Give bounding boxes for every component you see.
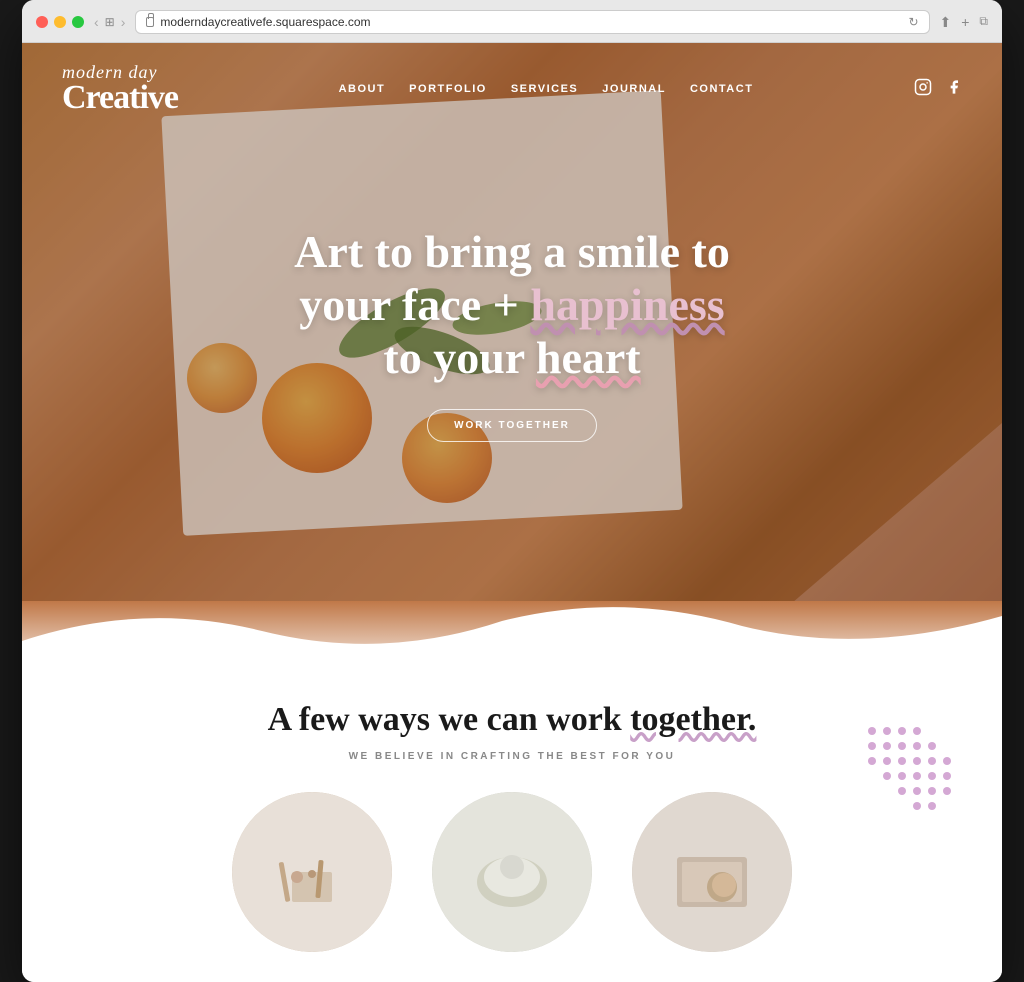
instagram-icon[interactable] xyxy=(914,78,932,101)
logo-bold: Creative xyxy=(62,81,178,115)
nav-contact[interactable]: Contact xyxy=(690,83,753,95)
browser-chrome: ‹ ⊞ › moderndaycreativefe.squarespace.co… xyxy=(22,0,1002,43)
sidebar-icon[interactable]: ⊞ xyxy=(105,15,115,29)
nav-journal[interactable]: Journal xyxy=(602,83,666,95)
browser-actions: ⬆ + ⧉ xyxy=(940,14,989,31)
navigation: modern day Creative About Portfolio Serv… xyxy=(22,43,1002,135)
circles-row xyxy=(62,792,962,952)
dots-decoration xyxy=(862,721,942,801)
nav-links: About Portfolio Services Journal Contact xyxy=(339,83,754,95)
url-display: moderndaycreativefe.squarespace.com xyxy=(160,15,370,29)
browser-controls: ‹ ⊞ › xyxy=(94,14,125,30)
social-links xyxy=(914,78,962,101)
hero-heading-line2: your face + happiness xyxy=(299,279,724,330)
facebook-icon[interactable] xyxy=(946,78,962,101)
service-circle-1 xyxy=(232,792,392,952)
traffic-lights xyxy=(36,16,84,28)
browser-window: ‹ ⊞ › moderndaycreativefe.squarespace.co… xyxy=(22,0,1002,982)
new-tab-icon[interactable]: + xyxy=(961,14,969,31)
tabs-icon[interactable]: ⧉ xyxy=(979,14,988,31)
minimize-button[interactable] xyxy=(54,16,66,28)
maximize-button[interactable] xyxy=(72,16,84,28)
section-subheading: We believe in crafting the best for you xyxy=(62,751,962,762)
section-heading-text: A few ways we can work together. xyxy=(268,701,757,738)
close-button[interactable] xyxy=(36,16,48,28)
lock-icon xyxy=(146,17,154,27)
white-section: A few ways we can work together. We beli… xyxy=(22,681,1002,982)
back-icon[interactable]: ‹ xyxy=(94,14,99,30)
logo[interactable]: modern day Creative xyxy=(62,63,178,115)
forward-icon[interactable]: › xyxy=(121,14,126,30)
service-circle-3 xyxy=(632,792,792,952)
section-heading: A few ways we can work together. xyxy=(62,701,962,739)
nav-portfolio[interactable]: Portfolio xyxy=(409,83,487,95)
share-icon[interactable]: ⬆ xyxy=(940,14,952,31)
hero-content: Art to bring a smile to your face + happ… xyxy=(262,226,762,442)
website-content: modern day Creative About Portfolio Serv… xyxy=(22,43,1002,982)
hero-section: modern day Creative About Portfolio Serv… xyxy=(22,43,1002,603)
reload-icon[interactable]: ↻ xyxy=(908,15,918,29)
hero-heading-line1: Art to bring a smile to xyxy=(294,226,730,277)
hero-heading-line3: to your heart xyxy=(383,332,640,383)
service-circle-2 xyxy=(432,792,592,952)
work-together-button[interactable]: Work Together xyxy=(427,409,597,442)
wave-separator xyxy=(22,601,1002,681)
nav-services[interactable]: Services xyxy=(511,83,578,95)
nav-about[interactable]: About xyxy=(339,83,386,95)
hero-heading: Art to bring a smile to your face + happ… xyxy=(262,226,762,385)
address-bar[interactable]: moderndaycreativefe.squarespace.com ↻ xyxy=(135,10,929,34)
